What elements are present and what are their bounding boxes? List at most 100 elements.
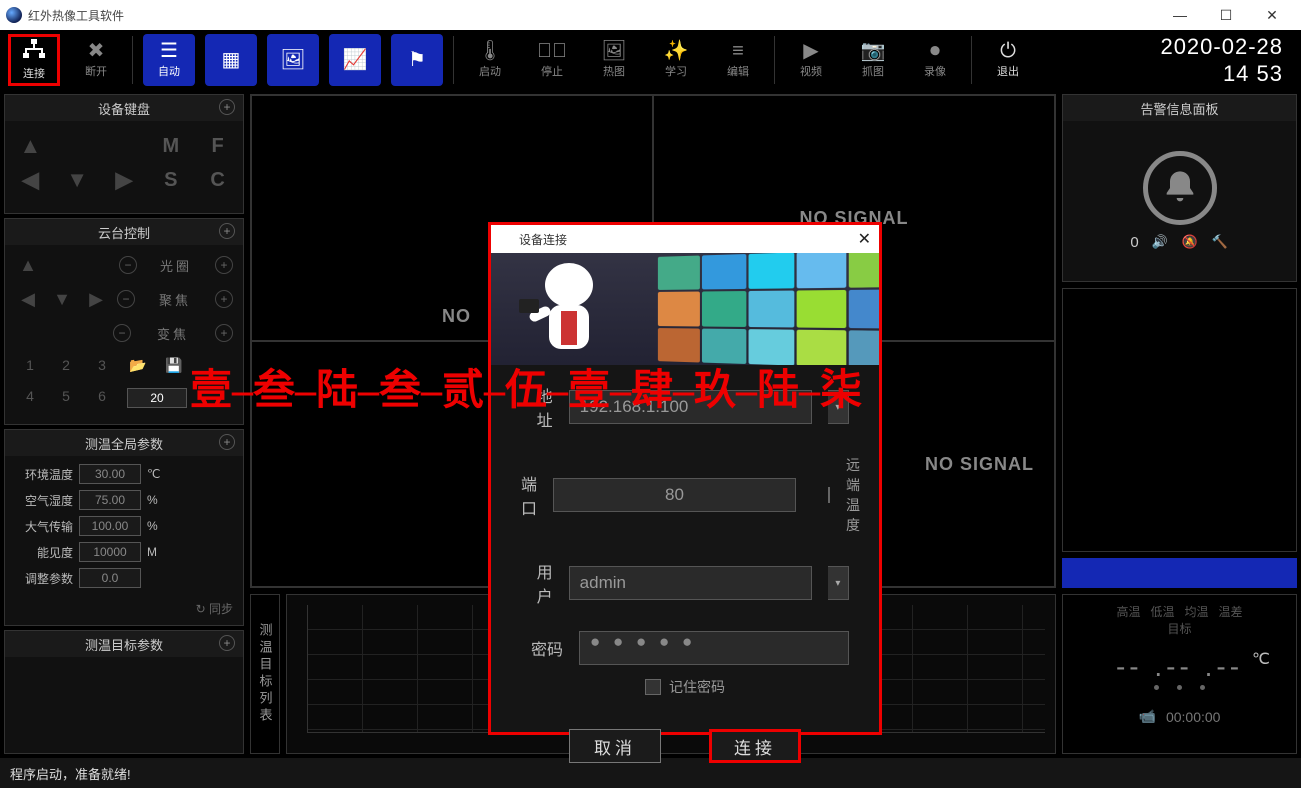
addr-input[interactable]: [569, 390, 812, 424]
humidity-input[interactable]: [79, 490, 141, 510]
arrow-down-icon[interactable]: ▼: [62, 164, 93, 196]
exit-button[interactable]: ⏻退出: [982, 34, 1034, 86]
preset-5[interactable]: 5: [55, 388, 77, 408]
zoom-plus[interactable]: +: [215, 324, 233, 342]
open-icon[interactable]: 📂: [127, 357, 149, 374]
ptz-panel: 云台控制+ ▲−光圈+ ◀▼▶−聚焦+ −变焦+ 123📂💾 456: [4, 218, 244, 425]
sound-icon[interactable]: 🔊: [1151, 233, 1169, 251]
image-button[interactable]: 🖼: [267, 34, 319, 86]
env-temp-input[interactable]: [79, 464, 141, 484]
sync-button[interactable]: ↻ 同步: [5, 596, 243, 625]
iris-label: 光圈: [145, 256, 207, 275]
ptz-right-icon[interactable]: ▶: [83, 286, 109, 312]
preset-2[interactable]: 2: [55, 357, 77, 374]
record-icon: ⏺: [930, 41, 940, 61]
temp-value: -- .-- .--: [1116, 651, 1243, 682]
target-list-panel[interactable]: 测温目标列表: [250, 594, 280, 754]
preset-3[interactable]: 3: [91, 357, 113, 374]
remote-temp-checkbox[interactable]: [828, 487, 830, 503]
auto-button[interactable]: ☰ 自动: [143, 34, 195, 86]
expand-icon[interactable]: +: [219, 434, 235, 450]
iris-plus[interactable]: +: [215, 256, 233, 274]
remember-checkbox[interactable]: [645, 679, 661, 695]
remember-label: 记住密码: [669, 677, 725, 697]
humidity-label: 空气湿度: [15, 492, 73, 509]
preset-1[interactable]: 1: [19, 357, 41, 374]
expand-icon[interactable]: +: [219, 99, 235, 115]
alarm-count: 0: [1130, 234, 1138, 251]
ptz-up-icon[interactable]: ▲: [15, 252, 41, 278]
alarm-panel: 告警信息面板 0 🔊 🔕 🔨: [1062, 94, 1297, 282]
humidity-unit: %: [147, 493, 167, 507]
edit-button[interactable]: ≡编辑: [712, 34, 764, 86]
stop-icon: �⃞: [537, 41, 567, 61]
focus-minus[interactable]: −: [117, 290, 135, 308]
calc-button[interactable]: ▦: [205, 34, 257, 86]
close-button[interactable]: ✕: [1249, 0, 1295, 30]
alarm-title: 告警信息面板: [1140, 99, 1218, 118]
hammer-icon[interactable]: 🔨: [1211, 233, 1229, 251]
dialog-close-button[interactable]: ✕: [858, 229, 871, 249]
global-params-title: 测温全局参数: [85, 434, 163, 453]
atm-unit: %: [147, 519, 167, 533]
mute-icon[interactable]: 🔕: [1181, 233, 1199, 251]
stop-button[interactable]: �⃞停止: [526, 34, 578, 86]
temp-readout-panel: 高温 低温 均温 温差 目标 -- .-- .-- ℃ 📹 00:00:00: [1062, 594, 1297, 754]
dialog-title: 设备连接: [519, 231, 567, 248]
blue-strip[interactable]: [1062, 558, 1297, 588]
preset-4[interactable]: 4: [19, 388, 41, 408]
flag-button[interactable]: ⚑: [391, 34, 443, 86]
iris-minus[interactable]: −: [119, 256, 137, 274]
chart-button[interactable]: 📈: [329, 34, 381, 86]
addr-label: 地址: [521, 383, 553, 431]
snapshot-label: 抓图: [862, 63, 884, 79]
start-button[interactable]: 🌡启动: [464, 34, 516, 86]
ptz-down-icon[interactable]: ▼: [49, 286, 75, 312]
key-m[interactable]: M: [155, 130, 186, 162]
date-text: 2020-02-28: [1160, 33, 1283, 61]
atm-input[interactable]: [79, 516, 141, 536]
arrow-up-icon[interactable]: ▲: [15, 130, 46, 162]
arrow-left-icon[interactable]: ◀: [15, 164, 46, 196]
camera-icon: 📷: [861, 41, 886, 61]
cancel-button[interactable]: 取消: [569, 729, 661, 763]
learn-button[interactable]: ✨学习: [650, 34, 702, 86]
disconnect-button[interactable]: ✖ 断开: [70, 34, 122, 86]
connect-button[interactable]: 连接: [8, 34, 60, 86]
focus-plus[interactable]: +: [215, 290, 233, 308]
record-button[interactable]: ⏺ 录像: [909, 34, 961, 86]
camera-small-icon: 📹: [1139, 708, 1156, 725]
video-button[interactable]: ▶视频: [785, 34, 837, 86]
arrow-right-icon[interactable]: ▶: [109, 164, 140, 196]
grid-icon: ▦: [222, 50, 241, 70]
start-label: 启动: [479, 63, 501, 79]
datetime-display: 2020-02-28 14 53: [1160, 33, 1293, 88]
pwd-input[interactable]: ● ● ● ● ●: [579, 631, 849, 665]
key-s[interactable]: S: [155, 164, 186, 196]
maximize-button[interactable]: ☐: [1203, 0, 1249, 30]
port-input[interactable]: [553, 478, 796, 512]
save-icon[interactable]: 💾: [163, 357, 185, 374]
zoom-minus[interactable]: −: [113, 324, 131, 342]
snapshot-button[interactable]: 📷 抓图: [847, 34, 899, 86]
power-icon: ⏻: [1000, 41, 1016, 61]
minimize-button[interactable]: —: [1157, 0, 1203, 30]
key-f[interactable]: F: [202, 130, 233, 162]
vis-input[interactable]: [79, 542, 141, 562]
dialog-connect-button[interactable]: 连接: [709, 729, 801, 763]
device-key-title: 设备键盘: [98, 99, 150, 118]
no-signal-text: NO SIGNAL: [925, 454, 1034, 475]
heatmap-button[interactable]: 🖼热图: [588, 34, 640, 86]
user-input[interactable]: [569, 566, 812, 600]
preset-input[interactable]: [127, 388, 187, 408]
expand-icon[interactable]: +: [219, 635, 235, 651]
user-dropdown-button[interactable]: ▾: [828, 566, 849, 600]
preset-6[interactable]: 6: [91, 388, 113, 408]
addr-dropdown-button[interactable]: ▾: [828, 390, 849, 424]
key-c[interactable]: C: [202, 164, 233, 196]
adj-input[interactable]: [79, 568, 141, 588]
ptz-left-icon[interactable]: ◀: [15, 286, 41, 312]
chart-line-icon: 📈: [343, 50, 368, 70]
expand-icon[interactable]: +: [219, 223, 235, 239]
record-label: 录像: [924, 63, 946, 79]
